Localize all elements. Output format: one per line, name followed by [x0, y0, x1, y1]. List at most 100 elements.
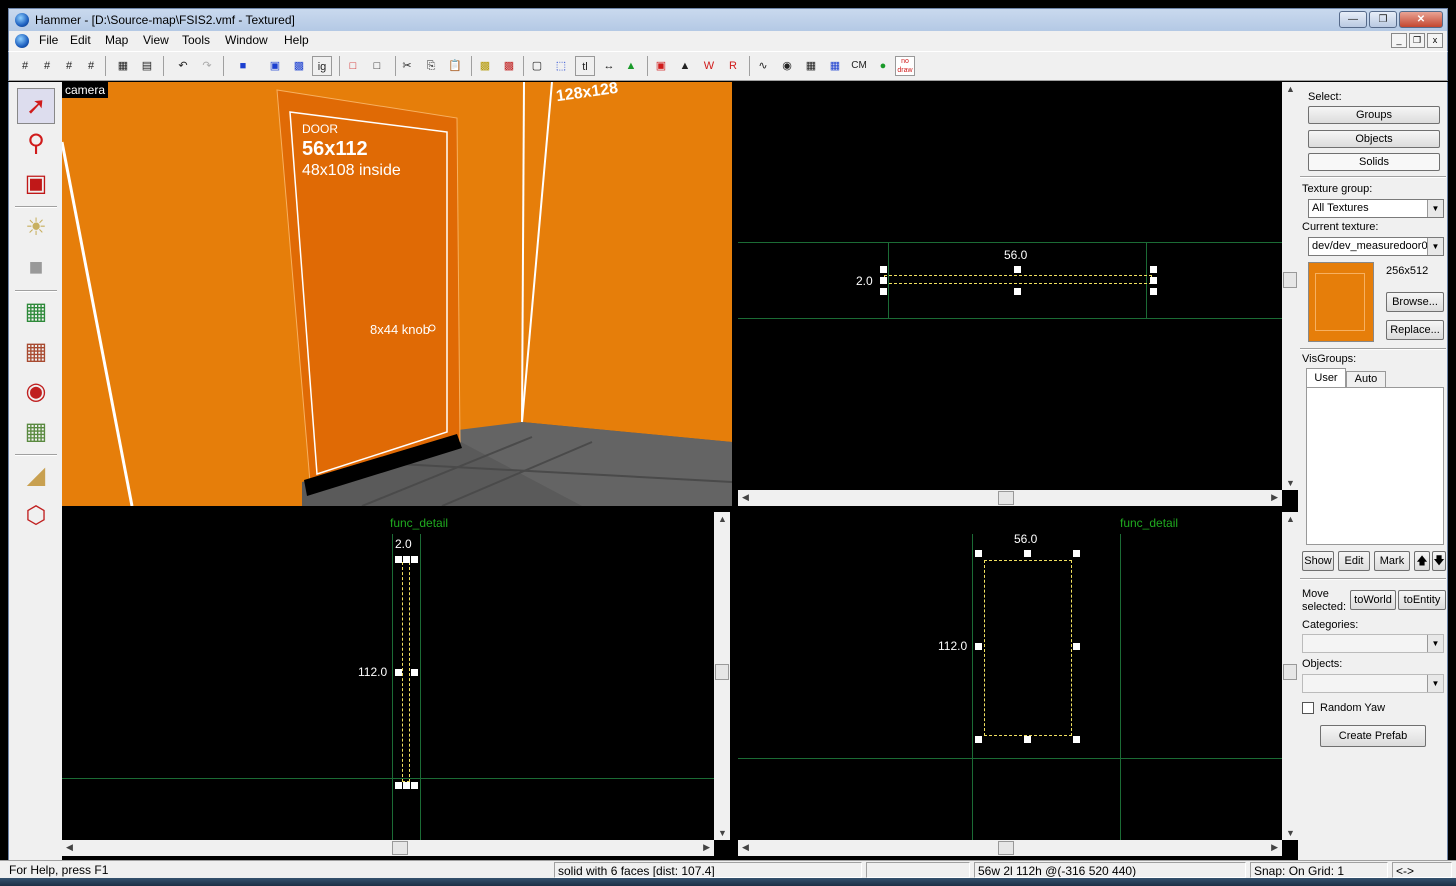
side-vertical-scrollbar[interactable]: ▲ ▼ — [714, 512, 730, 840]
resize-handle[interactable] — [395, 556, 402, 563]
to-world-button[interactable]: toWorld — [1350, 590, 1396, 610]
grid-larger-icon[interactable]: # — [81, 56, 101, 76]
select-objects-button[interactable]: Objects — [1308, 130, 1440, 148]
resize-handle[interactable] — [880, 288, 887, 295]
carve-icon[interactable]: ■ — [233, 56, 253, 76]
resize-handle[interactable] — [880, 277, 887, 284]
front-viewport[interactable]: func_detail 56.0 112.0 — [738, 512, 1282, 840]
group-icon[interactable]: ▦ — [113, 56, 133, 76]
redo-icon[interactable]: ↷ — [197, 56, 217, 76]
mdi-close-button[interactable]: x — [1427, 33, 1443, 48]
menu-window[interactable]: Window — [225, 33, 268, 47]
vertex-tool-icon[interactable]: ⬡ — [17, 498, 55, 534]
selection-box-icon[interactable]: ▢ — [527, 56, 547, 76]
resize-handle[interactable] — [1150, 288, 1157, 295]
undo-icon[interactable]: ↶ — [173, 56, 193, 76]
paste-icon[interactable]: 📋 — [445, 56, 465, 76]
menu-edit[interactable]: Edit — [70, 33, 91, 47]
menu-file[interactable]: File — [39, 33, 58, 47]
resize-handle[interactable] — [1073, 736, 1080, 743]
mdi-restore-button[interactable]: ❐ — [1409, 33, 1425, 48]
texture-tile-icon[interactable]: ▩ — [475, 56, 495, 76]
texture-group-select[interactable]: All Textures ▼ — [1308, 199, 1444, 218]
grid-smaller-icon[interactable]: # — [37, 56, 57, 76]
toggle-grid-icon[interactable]: ▦ — [801, 56, 821, 76]
resize-handle[interactable] — [1014, 288, 1021, 295]
select-groups-button[interactable]: Groups — [1308, 106, 1440, 124]
toggle-models-icon[interactable]: ◉ — [777, 56, 797, 76]
resize-handle[interactable] — [411, 556, 418, 563]
clipping-tool-icon[interactable]: ◢ — [17, 458, 55, 494]
camera-tool-icon[interactable]: ▣ — [17, 166, 55, 202]
create-prefab-button[interactable]: Create Prefab — [1320, 725, 1426, 747]
clip-icon[interactable]: ▲ — [675, 56, 695, 76]
entity-red-icon[interactable]: ▣ — [651, 56, 671, 76]
current-texture-select[interactable]: dev/dev_measuredoor0 ▼ — [1308, 237, 1444, 256]
show-button[interactable]: Show — [1302, 551, 1334, 571]
resize-handle[interactable] — [395, 669, 402, 676]
hide-selected-icon[interactable]: □ — [343, 56, 363, 76]
resize-handle[interactable] — [403, 782, 410, 789]
front-horizontal-scrollbar[interactable]: ◀ ▶ — [738, 840, 1282, 856]
resize-handle[interactable] — [1073, 550, 1080, 557]
resize-handle[interactable] — [1150, 277, 1157, 284]
side-viewport[interactable]: func_detail 2.0 112.0 — [62, 512, 714, 840]
cut-icon[interactable]: ✂ — [397, 56, 417, 76]
top-viewport[interactable]: 56.0 2.0 — [738, 82, 1282, 490]
ungroup-icon[interactable]: ▤ — [137, 56, 157, 76]
document-icon[interactable] — [15, 34, 29, 48]
resize-handle[interactable] — [975, 643, 982, 650]
to-entity-button[interactable]: toEntity — [1398, 590, 1446, 610]
resize-handle[interactable] — [1024, 736, 1031, 743]
edit-button[interactable]: Edit — [1338, 551, 1370, 571]
mdi-minimize-button[interactable]: _ — [1391, 33, 1407, 48]
toggle-helpers-icon[interactable]: ∿ — [753, 56, 773, 76]
front-vertical-scrollbar[interactable]: ▲ ▼ — [1282, 512, 1298, 840]
visgroups-list[interactable] — [1306, 387, 1444, 545]
resize-handle[interactable] — [975, 736, 982, 743]
wireframe-icon[interactable]: W — [699, 56, 719, 76]
browse-button[interactable]: Browse... — [1386, 292, 1444, 312]
mark-button[interactable]: Mark — [1374, 551, 1410, 571]
magnify-tool-icon[interactable]: ⚲ — [17, 126, 55, 162]
select-by-handles-icon[interactable]: ⬚ — [551, 56, 571, 76]
random-yaw-checkbox[interactable] — [1302, 702, 1314, 714]
grid-dots-icon[interactable]: # — [59, 56, 79, 76]
apply-texture-icon[interactable]: ▦ — [17, 334, 55, 370]
move-up-icon[interactable]: 🡅 — [1414, 551, 1430, 571]
flip-icon[interactable]: ▲ — [621, 56, 641, 76]
selection-tool-icon[interactable]: ➚ — [17, 88, 55, 124]
close-button[interactable]: ✕ — [1399, 11, 1443, 28]
top-horizontal-scrollbar[interactable]: ◀ ▶ — [738, 490, 1282, 506]
side-horizontal-scrollbar[interactable]: ◀ ▶ — [62, 840, 714, 856]
texture-stripes-icon[interactable]: ▩ — [499, 56, 519, 76]
resize-handle[interactable] — [403, 556, 410, 563]
select-solids-button[interactable]: Solids — [1308, 153, 1440, 171]
resize-handle[interactable] — [1024, 550, 1031, 557]
tab-user[interactable]: User — [1306, 368, 1346, 387]
resize-handle[interactable] — [411, 669, 418, 676]
resize-handle[interactable] — [395, 782, 402, 789]
nodraw-button[interactable]: no draw — [895, 56, 915, 76]
menu-help[interactable]: Help — [284, 33, 309, 47]
scale-lock-icon[interactable]: ↔ — [599, 56, 619, 76]
ignore-groups-button[interactable]: ig — [312, 56, 332, 76]
resize-handle[interactable] — [975, 550, 982, 557]
resize-handle[interactable] — [1150, 266, 1157, 273]
cordon-button[interactable]: CM — [849, 56, 869, 76]
restore-button[interactable]: ❐ — [1369, 11, 1397, 28]
tab-auto[interactable]: Auto — [1346, 371, 1386, 387]
texture-lock-button[interactable]: tl — [575, 56, 595, 76]
resize-handle[interactable] — [411, 782, 418, 789]
categories-select[interactable]: ▼ — [1302, 634, 1444, 653]
menu-map[interactable]: Map — [105, 33, 128, 47]
tie-to-entity-icon[interactable]: ▩ — [289, 56, 309, 76]
leaf-icon[interactable]: ● — [873, 56, 893, 76]
minimize-button[interactable]: — — [1339, 11, 1367, 28]
copy-icon[interactable]: ⎘ — [421, 56, 441, 76]
resize-handle[interactable] — [880, 266, 887, 273]
camera-viewport[interactable]: camera DOOR 56x112 48x108 inside 8x44 kn… — [62, 82, 732, 506]
texture-application-icon[interactable]: ▦ — [17, 294, 55, 330]
resize-handle[interactable] — [1073, 643, 1080, 650]
top-vertical-scrollbar[interactable]: ▲ ▼ — [1282, 82, 1298, 490]
